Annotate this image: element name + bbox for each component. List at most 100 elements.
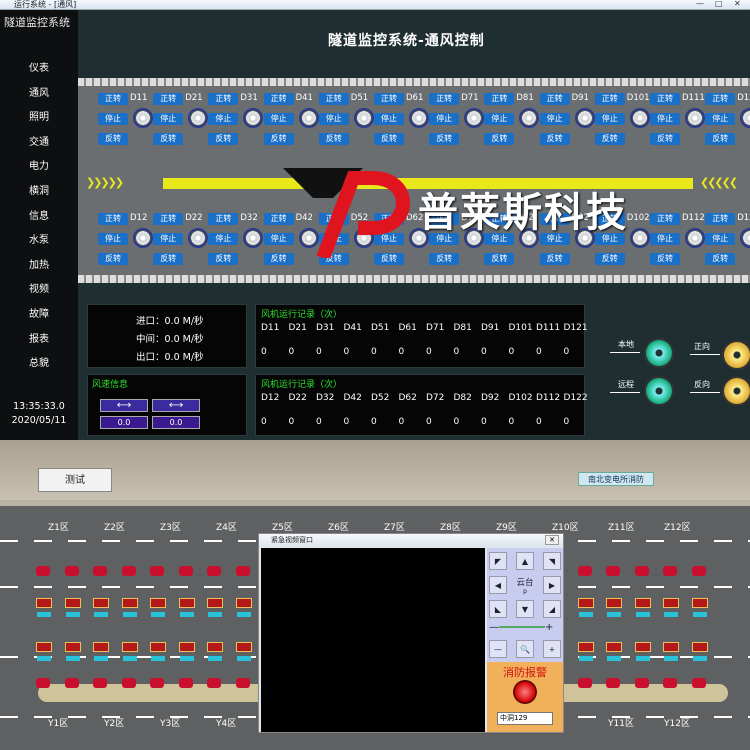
red-fan-icon[interactable] bbox=[64, 678, 79, 688]
fan-icon[interactable] bbox=[629, 108, 650, 128]
fan-icon[interactable] bbox=[685, 108, 705, 128]
fan-icon[interactable] bbox=[519, 108, 540, 128]
fan-icon[interactable] bbox=[243, 228, 264, 248]
red-fan-icon[interactable] bbox=[93, 678, 107, 688]
red-fan-icon[interactable] bbox=[235, 566, 250, 576]
search-icon[interactable]: 🔍 bbox=[516, 640, 534, 658]
fan-reverse-button[interactable]: 反转 bbox=[153, 253, 184, 265]
red-fan-icon[interactable] bbox=[235, 678, 250, 688]
fan-forward-button[interactable]: 正转 bbox=[539, 93, 570, 105]
fan-forward-button[interactable]: 正转 bbox=[650, 213, 680, 225]
ptz-up-right-button[interactable]: ◥ bbox=[543, 552, 561, 570]
fan-icon[interactable] bbox=[685, 228, 705, 248]
red-fan-icon[interactable] bbox=[93, 566, 107, 576]
fan-icon[interactable] bbox=[298, 108, 319, 128]
fan-stop-button[interactable]: 停止 bbox=[208, 113, 239, 125]
red-fan-icon[interactable] bbox=[634, 566, 649, 576]
red-fan-icon[interactable] bbox=[64, 566, 79, 576]
fan-reverse-button[interactable]: 反转 bbox=[263, 133, 294, 145]
fan-stop-button[interactable]: 停止 bbox=[98, 233, 128, 245]
ptz-right-button[interactable]: ▶ bbox=[543, 576, 561, 594]
fan-reverse-button[interactable]: 反转 bbox=[374, 133, 404, 145]
fan-forward-button[interactable]: 正转 bbox=[263, 93, 294, 105]
fan-stop-button[interactable]: 停止 bbox=[208, 233, 239, 245]
fan-reverse-button[interactable]: 反转 bbox=[705, 253, 736, 265]
fan-icon[interactable] bbox=[740, 228, 750, 248]
fan-forward-button[interactable]: 正转 bbox=[98, 213, 128, 225]
fan-forward-button[interactable]: 正转 bbox=[650, 93, 680, 105]
fan-icon[interactable] bbox=[188, 108, 209, 128]
ptz-down-right-button[interactable]: ◢ bbox=[543, 600, 561, 618]
red-fan-icon[interactable] bbox=[577, 678, 592, 688]
sidebar-item-4[interactable]: 电力 bbox=[0, 155, 78, 180]
fan-reverse-button[interactable]: 反转 bbox=[98, 253, 128, 265]
fan-forward-button[interactable]: 正转 bbox=[705, 93, 736, 105]
fan-reverse-button[interactable]: 反转 bbox=[318, 133, 349, 145]
fan-forward-button[interactable]: 正转 bbox=[98, 93, 128, 105]
fan-reverse-button[interactable]: 反转 bbox=[705, 133, 736, 145]
ptz-up-left-button[interactable]: ◤ bbox=[489, 552, 507, 570]
video-close-button[interactable]: ✕ bbox=[545, 535, 559, 545]
zoom-out-button[interactable]: — bbox=[489, 640, 507, 658]
fan-reverse-button[interactable]: 反转 bbox=[98, 133, 128, 145]
fan-forward-button[interactable]: 正转 bbox=[153, 213, 184, 225]
fan-stop-button[interactable]: 停止 bbox=[650, 113, 680, 125]
red-fan-icon[interactable] bbox=[36, 678, 50, 688]
zoom-slider[interactable]: — + bbox=[489, 622, 561, 634]
red-fan-icon[interactable] bbox=[36, 566, 50, 576]
fan-icon[interactable] bbox=[133, 108, 153, 128]
fan-forward-button[interactable]: 正转 bbox=[484, 93, 515, 105]
minimize-button[interactable]: — bbox=[696, 0, 704, 8]
fan-stop-button[interactable]: 停止 bbox=[98, 113, 128, 125]
zoom-in-button[interactable]: + bbox=[543, 640, 561, 658]
fan-reverse-button[interactable]: 反转 bbox=[650, 133, 680, 145]
fan-forward-button[interactable]: 正转 bbox=[374, 93, 404, 105]
fan-icon[interactable] bbox=[243, 108, 264, 128]
fan-reverse-button[interactable]: 反转 bbox=[594, 133, 625, 145]
red-fan-icon[interactable] bbox=[663, 678, 677, 688]
fan-icon[interactable] bbox=[188, 228, 209, 248]
fan-forward-button[interactable]: 正转 bbox=[429, 93, 460, 105]
sidebar-item-3[interactable]: 交通 bbox=[0, 131, 78, 156]
fan-forward-button[interactable]: 正转 bbox=[705, 213, 736, 225]
fan-stop-button[interactable]: 停止 bbox=[484, 113, 515, 125]
fan-stop-button[interactable]: 停止 bbox=[650, 233, 680, 245]
red-fan-icon[interactable] bbox=[691, 678, 706, 688]
red-fan-icon[interactable] bbox=[150, 566, 164, 576]
fan-reverse-button[interactable]: 反转 bbox=[484, 133, 515, 145]
sidebar-item-11[interactable]: 报表 bbox=[0, 328, 78, 353]
fan-reverse-button[interactable]: 反转 bbox=[429, 133, 460, 145]
fan-icon[interactable] bbox=[409, 108, 429, 128]
fan-icon[interactable] bbox=[353, 108, 374, 128]
red-fan-icon[interactable] bbox=[121, 566, 136, 576]
fan-forward-button[interactable]: 正转 bbox=[318, 93, 349, 105]
fire-link-button[interactable]: 南北变电所消防 bbox=[578, 472, 654, 486]
fan-icon[interactable] bbox=[740, 108, 750, 128]
red-fan-icon[interactable] bbox=[150, 678, 164, 688]
fan-reverse-button[interactable]: 反转 bbox=[208, 253, 239, 265]
red-fan-icon[interactable] bbox=[577, 566, 592, 576]
sidebar-item-12[interactable]: 总貌 bbox=[0, 352, 78, 377]
ptz-up-button[interactable]: ▲ bbox=[516, 552, 534, 570]
fan-reverse-button[interactable]: 反转 bbox=[208, 133, 239, 145]
fan-icon[interactable] bbox=[574, 108, 595, 128]
fan-stop-button[interactable]: 停止 bbox=[153, 113, 184, 125]
fan-stop-button[interactable]: 停止 bbox=[374, 113, 404, 125]
ptz-left-button[interactable]: ◀ bbox=[489, 576, 507, 594]
sidebar-item-0[interactable]: 仪表 bbox=[0, 57, 78, 82]
fan-stop-button[interactable]: 停止 bbox=[318, 113, 349, 125]
sidebar-item-5[interactable]: 横洞 bbox=[0, 180, 78, 205]
fan-stop-button[interactable]: 停止 bbox=[429, 113, 460, 125]
fan-reverse-button[interactable]: 反转 bbox=[539, 133, 570, 145]
maximize-button[interactable]: □ bbox=[715, 0, 723, 8]
ptz-down-left-button[interactable]: ◣ bbox=[489, 600, 507, 618]
fan-icon[interactable] bbox=[464, 108, 485, 128]
sidebar-item-2[interactable]: 照明 bbox=[0, 106, 78, 131]
tunnel-id-field[interactable]: 中洞129 bbox=[497, 712, 553, 725]
red-fan-icon[interactable] bbox=[606, 678, 620, 688]
red-fan-icon[interactable] bbox=[606, 566, 620, 576]
fan-stop-button[interactable]: 停止 bbox=[705, 113, 736, 125]
red-fan-icon[interactable] bbox=[178, 566, 193, 576]
sidebar-item-10[interactable]: 故障 bbox=[0, 303, 78, 328]
test-button[interactable]: 测试 bbox=[38, 468, 112, 492]
